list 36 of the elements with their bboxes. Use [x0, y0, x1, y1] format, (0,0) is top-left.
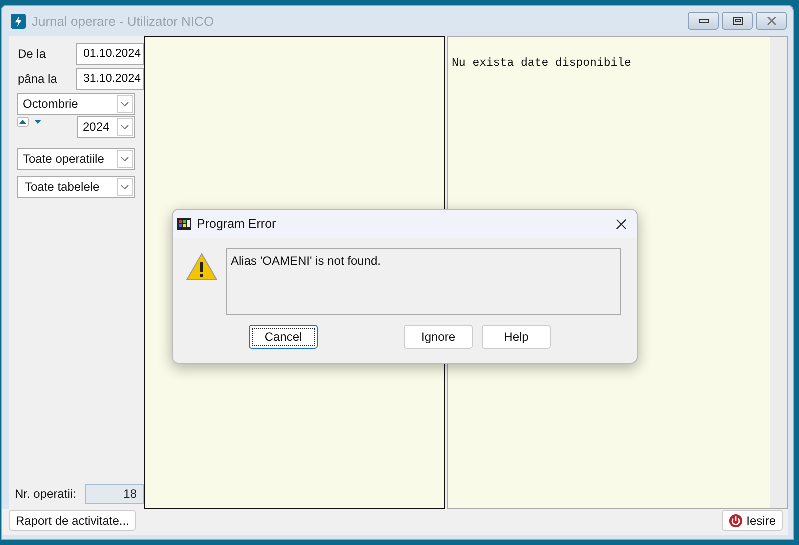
from-date-field[interactable]: 01.10.2024: [76, 43, 144, 65]
tables-dropdown[interactable]: Toate tabelele: [17, 176, 135, 198]
chevron-icon: [117, 118, 133, 136]
dialog-title: Program Error: [197, 217, 276, 231]
maximize-icon: [732, 17, 742, 25]
count-field: 18: [85, 484, 144, 504]
to-date-field[interactable]: 31.10.2024: [76, 68, 144, 90]
chevron-icon: [117, 95, 133, 113]
close-button[interactable]: [756, 12, 787, 30]
chevron-icon: [117, 178, 133, 196]
dialog-button[interactable]: Ignore: [404, 325, 473, 349]
to-label: pâna la: [18, 72, 58, 86]
count-label: Nr. operatii:: [15, 487, 78, 501]
power-icon: [728, 514, 743, 528]
minimize-button[interactable]: [688, 12, 719, 30]
close-icon[interactable]: [616, 218, 627, 230]
warning-icon: [186, 253, 218, 281]
month-dropdown[interactable]: Octombrie: [17, 93, 135, 115]
exit-button[interactable]: Iesire: [722, 510, 783, 531]
up-arrow-icon[interactable]: [17, 117, 29, 127]
chevron-icon: [117, 150, 133, 168]
report-button[interactable]: Raport de activitate...: [9, 510, 136, 531]
app-icon: [11, 14, 26, 28]
maximize-button[interactable]: [722, 12, 753, 30]
error-message: Alias 'OAMENI' is not found.: [231, 254, 381, 268]
from-label: De la: [18, 47, 48, 61]
window-title: Jurnal operare - Utilizator NICO: [32, 14, 214, 28]
year-dropdown[interactable]: 2024: [77, 116, 135, 138]
minimize-icon: [698, 18, 708, 24]
operations-dropdown[interactable]: Toate operatiile: [17, 148, 135, 170]
dialog-button[interactable]: Help: [482, 325, 551, 349]
app-icon: [176, 216, 192, 232]
dialog-button[interactable]: Cancel: [249, 325, 318, 349]
empty-message: Nu exista date disponibile: [452, 57, 632, 70]
scrollbar[interactable]: [770, 37, 787, 508]
close-icon: [766, 17, 776, 25]
